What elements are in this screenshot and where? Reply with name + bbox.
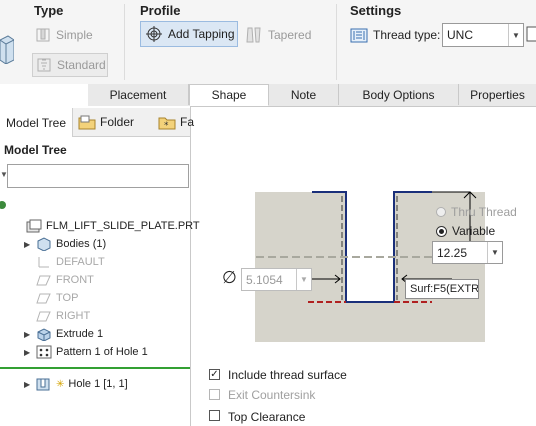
diameter-symbol-icon: ∅ xyxy=(222,268,237,287)
navigator-tabs: Model Tree Folder * Fa xyxy=(0,108,194,137)
datum-plane-icon xyxy=(36,291,52,305)
tree-item-label: FLM_LIFT_SLIDE_PLATE.PRT xyxy=(46,220,200,232)
ribbon-divider xyxy=(336,4,337,80)
caret-right-icon[interactable]: ▶ xyxy=(24,348,32,357)
variable-label: Variable xyxy=(452,224,496,238)
model-tree-tab-label: Model Tree xyxy=(5,115,67,130)
radio-selected xyxy=(436,225,447,237)
csys-icon xyxy=(36,255,52,269)
depth-value: 12.25 xyxy=(437,245,468,260)
tree-item[interactable]: ▶ Bodies (1) xyxy=(24,236,106,252)
tree-item-label: Extrude 1 xyxy=(56,328,104,340)
extrude-icon xyxy=(36,327,52,342)
profile-group-title: Profile xyxy=(140,3,181,18)
tree-item-label: Hole 1 [1, 1] xyxy=(68,378,128,390)
tab-favorites[interactable]: * Fa xyxy=(158,108,194,136)
caret-right-icon: ▶ xyxy=(24,379,31,389)
folder-icon xyxy=(78,114,96,130)
tab-properties[interactable]: Properties xyxy=(459,84,536,105)
caret-right-icon[interactable]: ▶ xyxy=(24,330,32,339)
thread-type-value: UNC xyxy=(447,28,473,42)
thread-type-select[interactable]: UNC ▼ xyxy=(442,23,524,47)
bodies-icon xyxy=(36,237,52,252)
tree-item-label: Pattern 1 of Hole 1 xyxy=(56,346,148,358)
tree-item[interactable]: DEFAULT xyxy=(24,254,105,270)
simple-button[interactable]: Simple xyxy=(35,24,93,46)
tapered-label: Tapered xyxy=(268,28,312,42)
surface-reference-tag[interactable]: Surf:F5(EXTR xyxy=(405,279,479,299)
simple-label: Simple xyxy=(56,28,93,42)
tree-item[interactable]: FLM_LIFT_SLIDE_PLATE.PRT xyxy=(22,218,200,234)
favorites-tab-label: Fa xyxy=(180,115,195,129)
tree-item-label: RIGHT xyxy=(56,310,91,322)
tree-item-hole-1[interactable]: ▶ ✳ Hole 1 [1, 1] xyxy=(24,376,128,392)
settings-group-title: Settings xyxy=(350,3,402,18)
insert-indicator xyxy=(0,367,190,369)
add-tapping-label: Add Tapping xyxy=(168,27,235,41)
pattern-icon xyxy=(36,345,52,359)
thread-type-group: Thread type: xyxy=(350,24,440,46)
standard-label: Standard xyxy=(57,58,106,72)
model-tree-search-input[interactable] xyxy=(7,164,189,188)
radio-unselected xyxy=(436,207,446,217)
tab-folder[interactable]: Folder xyxy=(78,108,134,136)
tab-placement[interactable]: Placement xyxy=(88,84,189,105)
tapping-icon xyxy=(145,25,163,43)
hole-feature-icon xyxy=(0,34,15,65)
exit-countersink-label: Exit Countersink xyxy=(228,388,316,402)
exit-countersink-checkbox[interactable] xyxy=(209,389,220,400)
simple-hole-icon xyxy=(35,27,51,43)
surface-reference-label: Surf:F5(EXTR xyxy=(410,283,479,295)
variable-option[interactable]: Variable xyxy=(436,224,495,238)
favorites-icon: * xyxy=(158,114,176,131)
chevron-down-icon: ▼ xyxy=(508,24,523,46)
standard-hole-icon xyxy=(36,57,52,73)
svg-text:*: * xyxy=(164,121,169,130)
datum-plane-icon xyxy=(36,273,52,287)
tab-body-options[interactable]: Body Options xyxy=(339,84,459,105)
thread-type-label: Thread type: xyxy=(373,28,441,42)
hole-cavity xyxy=(346,192,394,302)
model-tree-heading: Model Tree xyxy=(4,143,67,157)
thread-icon xyxy=(350,26,368,44)
hole-icon xyxy=(36,377,52,391)
part-icon xyxy=(26,219,42,233)
thru-thread-label: Thru Thread xyxy=(451,205,517,219)
diameter-input[interactable]: 5.1054 ▼ xyxy=(241,268,312,291)
dashboard-tabs: Placement Shape Note Body Options Proper… xyxy=(88,84,536,107)
thread-table-icon[interactable] xyxy=(526,26,536,42)
tree-item[interactable]: ▶ Extrude 1 xyxy=(24,326,103,342)
tapered-button[interactable]: Tapered xyxy=(245,24,311,46)
top-clearance-checkbox[interactable] xyxy=(209,410,220,421)
top-clearance-label: Top Clearance xyxy=(228,410,306,424)
diameter-value: 5.1054 xyxy=(246,272,283,287)
include-thread-surface-checkbox[interactable]: ✓ xyxy=(209,369,220,380)
chevron-down-icon: ▼ xyxy=(487,242,502,263)
add-tapping-button[interactable]: Add Tapping xyxy=(140,21,238,47)
tree-item[interactable]: RIGHT xyxy=(24,308,90,324)
thru-thread-option[interactable]: Thru Thread xyxy=(436,205,517,219)
tree-item-label: FRONT xyxy=(56,274,94,286)
tree-item[interactable]: ▶ Pattern 1 of Hole 1 xyxy=(24,344,148,360)
folder-tab-label: Folder xyxy=(100,115,135,129)
include-thread-surface-label: Include thread surface xyxy=(228,368,347,382)
datum-plane-icon xyxy=(36,309,52,323)
chevron-down-icon: ▼ xyxy=(296,269,311,290)
tree-item-label: TOP xyxy=(56,292,79,304)
tree-item[interactable]: TOP xyxy=(24,290,78,306)
standard-button[interactable]: Standard xyxy=(32,53,108,77)
caret-right-icon[interactable]: ▶ xyxy=(24,240,32,249)
current-feature-star-icon: ✳ xyxy=(56,378,65,390)
tab-note[interactable]: Note xyxy=(269,84,339,105)
ribbon-divider xyxy=(124,4,125,80)
settings-gear-icon[interactable] xyxy=(0,199,8,211)
tab-model-tree[interactable]: Model Tree xyxy=(0,108,73,137)
tree-item[interactable]: FRONT xyxy=(24,272,94,288)
depth-input[interactable]: 12.25 ▼ xyxy=(432,241,503,264)
tree-item-label: DEFAULT xyxy=(56,256,105,268)
tree-item-label: Bodies (1) xyxy=(56,238,107,250)
tab-shape[interactable]: Shape xyxy=(189,84,269,106)
type-group-title: Type xyxy=(34,3,64,18)
tapered-icon xyxy=(245,26,263,44)
